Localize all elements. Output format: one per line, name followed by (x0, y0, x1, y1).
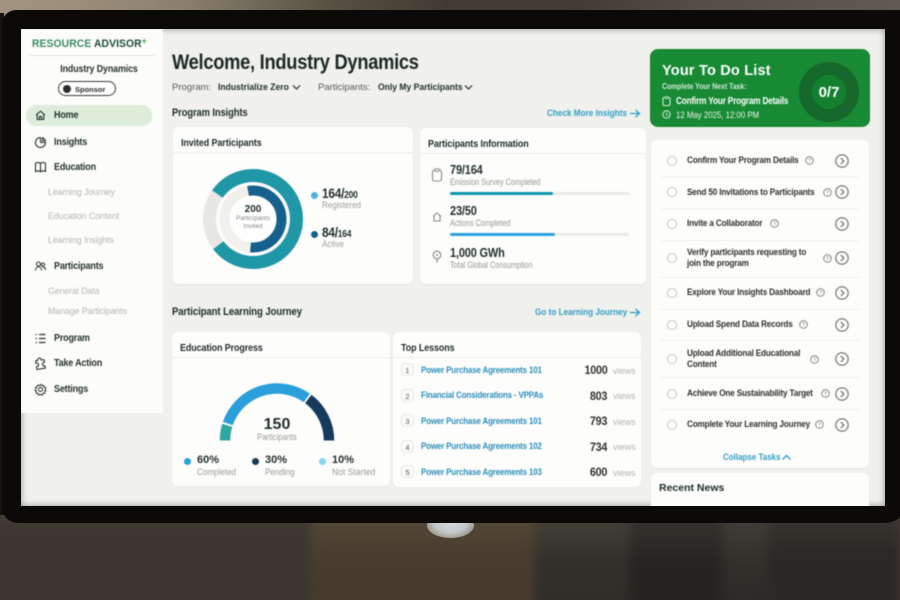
svg-text:?: ? (808, 159, 811, 165)
svg-text:?: ? (818, 423, 821, 429)
svg-text:?: ? (813, 357, 816, 363)
svg-text:?: ? (826, 190, 829, 196)
svg-text:?: ? (773, 222, 776, 228)
svg-text:?: ? (802, 323, 805, 329)
svg-text:?: ? (824, 392, 827, 398)
svg-text:?: ? (826, 256, 829, 262)
svg-text:?: ? (819, 291, 822, 297)
